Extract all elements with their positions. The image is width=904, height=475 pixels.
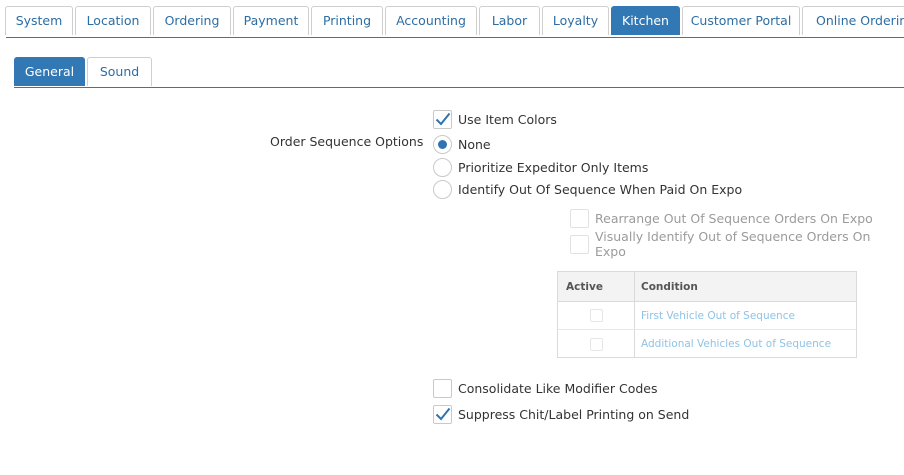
radio-identify-out-of-sequence-label: Identify Out Of Sequence When Paid On Ex… <box>458 181 743 197</box>
tab-loyalty[interactable]: Loyalty <box>542 6 609 35</box>
tab-bar-underline <box>6 37 904 38</box>
tab-payment[interactable]: Payment <box>233 6 309 35</box>
tab-labor[interactable]: Labor <box>479 6 540 35</box>
table-row: Additional Vehicles Out of Sequence <box>558 330 856 358</box>
use-item-colors-checkbox[interactable] <box>433 109 452 129</box>
header-condition: Condition <box>641 280 698 293</box>
radio-selected-dot <box>438 139 447 149</box>
tab-system[interactable]: System <box>5 6 73 35</box>
radio-identify-out-of-sequence[interactable] <box>433 179 452 199</box>
condition-link[interactable]: Additional Vehicles Out of Sequence <box>635 330 856 358</box>
tab-accounting[interactable]: Accounting <box>385 6 477 35</box>
radio-prioritize-expeditor[interactable] <box>433 157 452 177</box>
header-active: Active <box>558 272 635 301</box>
rearrange-expo-label: Rearrange Out Of Sequence Orders On Expo <box>595 210 873 226</box>
rearrange-expo-checkbox[interactable] <box>570 208 589 228</box>
subtab-general[interactable]: General <box>14 57 85 86</box>
radio-row-prioritize-expeditor: Prioritize Expeditor Only Items <box>433 157 648 177</box>
settings-tab-bar: System Location Ordering Payment Printin… <box>0 6 904 38</box>
suppress-chit-checkbox[interactable] <box>433 404 452 424</box>
radio-none[interactable] <box>433 134 452 154</box>
tab-location[interactable]: Location <box>75 6 151 35</box>
condition-link[interactable]: First Vehicle Out of Sequence <box>635 302 856 329</box>
subtab-sound[interactable]: Sound <box>87 57 152 86</box>
consolidate-modifiers-label: Consolidate Like Modifier Codes <box>458 380 658 396</box>
subtab-bar-underline <box>14 87 904 88</box>
tab-customer-portal[interactable]: Customer Portal <box>682 6 800 35</box>
row-active-checkbox[interactable] <box>589 309 603 322</box>
kitchen-subtab-bar: General Sound <box>0 57 904 87</box>
checkmark-icon <box>435 407 450 421</box>
radio-prioritize-expeditor-label: Prioritize Expeditor Only Items <box>458 159 649 175</box>
consolidate-modifiers-row: Consolidate Like Modifier Codes <box>433 378 658 398</box>
table-row: First Vehicle Out of Sequence <box>558 302 856 330</box>
visually-identify-expo-label: Visually Identify Out of Sequence Orders… <box>595 229 871 259</box>
radio-none-label: None <box>458 136 491 152</box>
tab-ordering[interactable]: Ordering <box>153 6 231 35</box>
tab-kitchen[interactable]: Kitchen <box>611 6 680 35</box>
rearrange-expo-row: Rearrange Out Of Sequence Orders On Expo <box>570 208 873 228</box>
radio-row-identify-out-of-sequence: Identify Out Of Sequence When Paid On Ex… <box>433 179 742 199</box>
visually-identify-expo-checkbox[interactable] <box>570 234 589 254</box>
table-header: Active Condition <box>558 272 856 302</box>
radio-row-none: None <box>433 134 491 154</box>
cell-active <box>558 330 635 358</box>
order-sequence-options-label: Order Sequence Options <box>270 134 424 149</box>
row-active-checkbox[interactable] <box>589 337 603 351</box>
suppress-chit-row: Suppress Chit/Label Printing on Send <box>433 404 689 424</box>
tab-printing[interactable]: Printing <box>311 6 383 35</box>
checkmark-icon <box>435 112 450 126</box>
cell-active <box>558 302 635 329</box>
consolidate-modifiers-checkbox[interactable] <box>433 378 452 398</box>
conditions-table: Active Condition First Vehicle Out of Se… <box>557 271 857 358</box>
visually-identify-expo-row: Visually Identify Out of Sequence Orders… <box>570 229 904 259</box>
tab-online-ordering[interactable]: Online Ordering <box>802 6 904 35</box>
use-item-colors-label: Use Item Colors <box>458 111 557 127</box>
suppress-chit-label: Suppress Chit/Label Printing on Send <box>458 406 690 422</box>
use-item-colors-row: Use Item Colors <box>433 109 557 129</box>
